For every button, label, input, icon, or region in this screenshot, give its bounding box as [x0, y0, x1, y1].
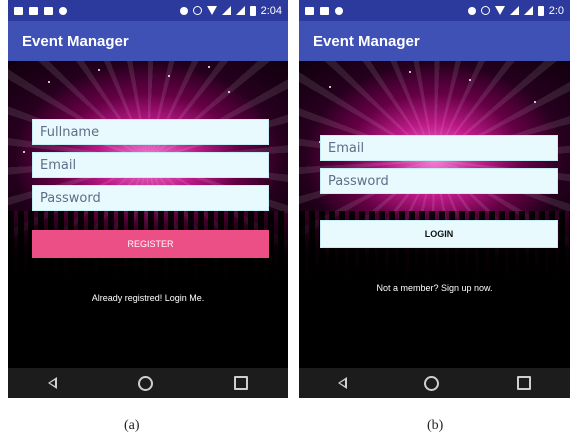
sparkle — [329, 86, 331, 88]
signal-icon — [523, 6, 533, 15]
signup-link[interactable]: Not a member? Sign up now. — [299, 283, 570, 293]
status-time: 2:0 — [548, 4, 564, 17]
phone-screen-register: 2:04 Event Manager REGISTER Already regi… — [8, 0, 288, 398]
home-icon[interactable] — [137, 375, 153, 391]
email-field[interactable] — [320, 135, 558, 161]
notification-icon — [59, 6, 67, 15]
password-field[interactable] — [32, 185, 269, 211]
app-bar: Event Manager — [8, 21, 288, 61]
password-input[interactable] — [328, 173, 557, 189]
sparkle — [23, 151, 25, 153]
battery-icon — [249, 5, 256, 16]
login-link-label: Already registred! Login Me. — [91, 293, 205, 303]
app-title: Event Manager — [22, 32, 129, 50]
status-time: 2:04 — [260, 4, 282, 17]
sparkle — [168, 75, 170, 77]
wifi-icon — [494, 6, 505, 15]
sync-icon — [179, 6, 188, 15]
app-bar: Event Manager — [299, 21, 570, 61]
status-bar: 2:04 — [8, 0, 288, 21]
notification-icon — [14, 6, 23, 15]
email-input[interactable] — [40, 157, 268, 173]
navigation-bar — [299, 368, 570, 398]
sparkle — [48, 81, 50, 83]
register-button[interactable]: REGISTER — [32, 230, 269, 258]
password-input[interactable] — [40, 190, 268, 206]
recents-icon[interactable] — [233, 376, 248, 390]
signal-icon — [221, 6, 231, 15]
sparkle — [534, 101, 536, 103]
notification-icon — [29, 6, 38, 15]
notification-icon — [305, 6, 314, 15]
sparkle — [208, 66, 210, 68]
sync-icon — [467, 6, 476, 15]
sparkle — [98, 69, 100, 71]
sparkle — [409, 71, 411, 73]
register-button-label: REGISTER — [127, 239, 174, 249]
notification-icon — [44, 6, 53, 15]
recents-icon[interactable] — [517, 376, 532, 390]
back-icon[interactable] — [48, 377, 58, 389]
sparkle — [228, 91, 230, 93]
signup-link-label: Not a member? Sign up now. — [376, 283, 493, 293]
battery-icon — [537, 5, 544, 16]
signal-icon — [509, 6, 519, 15]
fullname-field[interactable] — [32, 119, 269, 145]
signal-icon — [235, 6, 245, 15]
sparkle — [469, 79, 471, 81]
back-icon[interactable] — [337, 377, 347, 389]
home-icon[interactable] — [424, 375, 440, 391]
alarm-icon — [192, 6, 202, 15]
fullname-input[interactable] — [40, 124, 268, 140]
wifi-icon — [206, 6, 217, 15]
password-field[interactable] — [320, 168, 558, 194]
phone-screen-login: 2:0 Event Manager LOGIN Not a member? Si… — [299, 0, 570, 398]
email-field[interactable] — [32, 152, 269, 178]
email-input[interactable] — [328, 140, 557, 156]
alarm-icon — [480, 6, 490, 15]
login-link[interactable]: Already registred! Login Me. — [8, 293, 288, 303]
navigation-bar — [8, 368, 288, 398]
status-bar: 2:0 — [299, 0, 570, 21]
caption-a: (a) — [124, 418, 140, 433]
notification-icon — [320, 6, 329, 15]
caption-b: (b) — [427, 418, 444, 433]
login-button[interactable]: LOGIN — [320, 220, 558, 248]
app-title: Event Manager — [313, 32, 420, 50]
login-button-label: LOGIN — [424, 229, 454, 239]
notification-icon — [335, 6, 343, 15]
